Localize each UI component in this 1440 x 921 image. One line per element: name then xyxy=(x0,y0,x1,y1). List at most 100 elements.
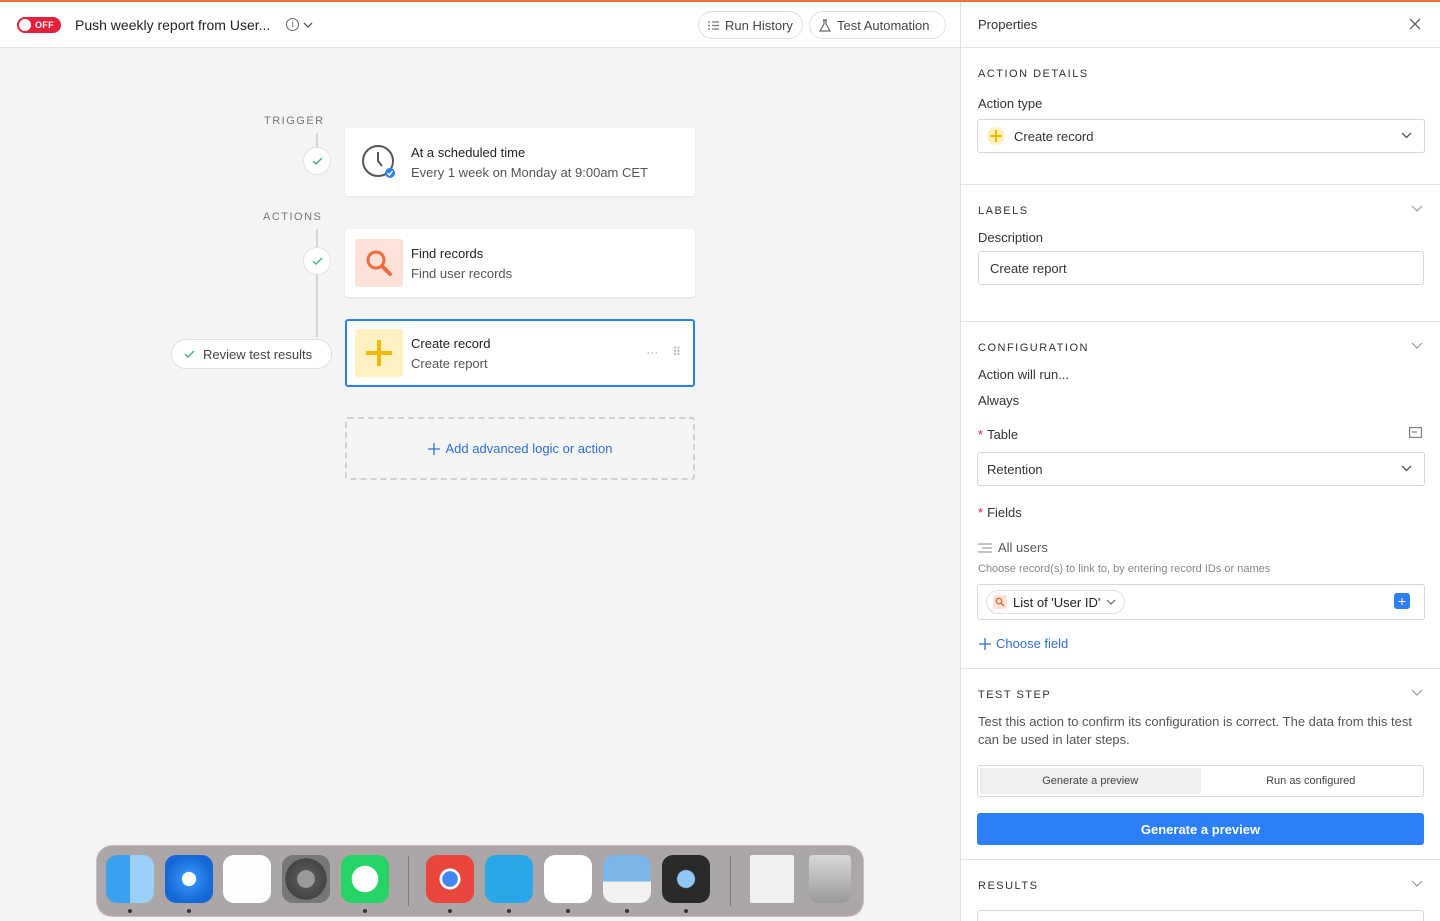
automation-title[interactable]: Push weekly report from User... xyxy=(75,17,270,33)
chevron-down-icon xyxy=(1106,599,1116,605)
review-test-results-button[interactable]: Review test results xyxy=(171,339,332,369)
slack-icon[interactable] xyxy=(544,855,592,903)
run-history-label: Run History xyxy=(725,17,793,33)
dock-separator xyxy=(730,856,731,906)
generate-preview-button[interactable]: Generate a preview xyxy=(977,813,1424,845)
description-input[interactable]: Create report xyxy=(978,251,1424,285)
chevron-down-icon xyxy=(1401,465,1412,472)
check-icon xyxy=(184,350,195,358)
find-subtitle: Find user records xyxy=(411,265,513,281)
test-automation-label: Test Automation xyxy=(837,17,930,33)
fields-label: * Fields xyxy=(978,505,1022,520)
quicktime-icon[interactable] xyxy=(662,855,710,903)
trigger-card[interactable]: At a scheduled time Every 1 week on Mond… xyxy=(345,128,695,196)
running-indicator xyxy=(187,909,191,913)
properties-panel: Properties ACTION DETAILS Action type Cr… xyxy=(960,2,1440,921)
search-icon xyxy=(355,239,403,287)
running-indicator xyxy=(128,909,132,913)
running-indicator xyxy=(684,909,688,913)
connector-line xyxy=(316,133,318,147)
add-record-button[interactable]: + xyxy=(1394,593,1410,609)
system-settings-icon[interactable] xyxy=(282,855,330,903)
info-button[interactable]: i xyxy=(286,18,313,31)
check-icon xyxy=(312,257,322,265)
find-status-check xyxy=(303,247,331,275)
chevron-down-icon[interactable] xyxy=(1411,880,1423,888)
review-label: Review test results xyxy=(203,346,313,362)
running-indicator xyxy=(625,909,629,913)
trigger-section-label: TRIGGER xyxy=(264,115,325,127)
labels-title: LABELS xyxy=(978,205,1029,217)
connector-line xyxy=(316,229,318,247)
field-hint: Choose record(s) to link to, by entering… xyxy=(978,563,1271,575)
test-automation-button[interactable]: Test Automation xyxy=(809,11,946,39)
clock-icon xyxy=(355,138,403,186)
toggle-label: OFF xyxy=(35,19,54,30)
create-record-card[interactable]: Create record Create report ··· ⠿ xyxy=(345,319,695,387)
running-indicator xyxy=(507,909,511,913)
automation-header: OFF Push weekly report from User... i Ru… xyxy=(0,2,960,48)
more-icon[interactable]: ··· xyxy=(646,345,658,359)
chrome-icon[interactable] xyxy=(426,855,474,903)
automation-toggle[interactable]: OFF xyxy=(17,16,61,33)
add-action-label: Add advanced logic or action xyxy=(445,441,613,456)
table-label-text: Table xyxy=(987,427,1019,442)
toggle-knob xyxy=(19,18,31,31)
running-indicator xyxy=(566,909,570,913)
trigger-status-check xyxy=(303,147,331,175)
table-icon[interactable] xyxy=(1409,427,1422,438)
linked-records-input[interactable]: List of 'User ID' + xyxy=(977,584,1425,620)
check-icon xyxy=(312,157,322,165)
chevron-down-icon[interactable] xyxy=(1411,689,1423,697)
trigger-subtitle: Every 1 week on Monday at 9:00am CET xyxy=(411,164,649,180)
test-mode-toggle: Generate a preview Run as configured xyxy=(977,765,1424,797)
chevron-down-icon[interactable] xyxy=(1411,205,1423,213)
configuration-title: CONFIGURATION xyxy=(978,342,1089,354)
create-subtitle: Create report xyxy=(411,355,488,371)
choose-field-label: Choose field xyxy=(996,636,1069,651)
field-name: All users xyxy=(978,540,1048,555)
test-step-description: Test this action to confirm its configur… xyxy=(978,714,1412,747)
action-type-select[interactable]: Create record xyxy=(977,119,1425,153)
tab-generate-preview[interactable]: Generate a preview xyxy=(980,768,1201,794)
find-records-card[interactable]: Find records Find user records xyxy=(345,229,695,297)
tab-run-as-configured[interactable]: Run as configured xyxy=(1201,768,1422,794)
labels-section: LABELS Description Create report xyxy=(961,185,1440,322)
find-title: Find records xyxy=(411,245,484,261)
chip-label: List of 'User ID' xyxy=(1013,594,1101,610)
table-select[interactable]: Retention xyxy=(977,452,1425,486)
required-marker: * xyxy=(978,427,984,442)
trash-icon[interactable] xyxy=(809,855,851,903)
add-action-button[interactable]: Add advanced logic or action xyxy=(345,417,695,480)
field-name-text: All users xyxy=(998,540,1048,555)
chevron-down-icon xyxy=(303,22,313,28)
run-condition-label: Action will run... xyxy=(978,367,1070,382)
actions-section-label: ACTIONS xyxy=(263,211,323,223)
running-indicator xyxy=(448,909,452,913)
connector-line xyxy=(316,275,318,337)
trigger-title: At a scheduled time xyxy=(411,144,526,160)
reminders-icon[interactable] xyxy=(223,855,271,903)
panel-title: Properties xyxy=(978,17,1038,32)
preview-icon[interactable] xyxy=(603,855,651,903)
safari-icon[interactable] xyxy=(165,855,213,903)
search-icon xyxy=(993,595,1007,609)
chevron-down-icon[interactable] xyxy=(1411,342,1423,350)
whatsapp-icon[interactable] xyxy=(341,855,389,903)
finder-icon[interactable] xyxy=(106,855,154,903)
description-label: Description xyxy=(978,230,1044,245)
drag-handle-icon[interactable]: ⠿ xyxy=(672,345,681,359)
results-title: RESULTS xyxy=(978,880,1039,892)
choose-field-button[interactable]: Choose field xyxy=(979,636,1068,651)
run-history-button[interactable]: Run History xyxy=(698,11,803,39)
plus-icon xyxy=(979,637,991,650)
field-token-chip[interactable]: List of 'User ID' xyxy=(986,590,1126,614)
test-step-title: TEST STEP xyxy=(978,689,1052,701)
pdf-document-icon[interactable] xyxy=(750,855,794,903)
clickup-icon[interactable] xyxy=(485,855,533,903)
create-title: Create record xyxy=(411,335,491,351)
plus-icon xyxy=(355,329,403,377)
chevron-down-icon xyxy=(1401,132,1412,139)
close-icon[interactable] xyxy=(1408,17,1422,31)
run-condition-value: Always xyxy=(978,393,1020,408)
